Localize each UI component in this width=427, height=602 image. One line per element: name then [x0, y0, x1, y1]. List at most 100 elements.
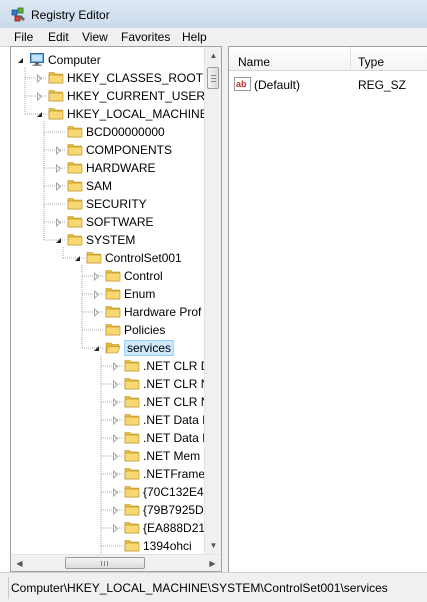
- scroll-down-arrow[interactable]: ▼: [205, 537, 221, 554]
- folder-icon: [105, 286, 121, 301]
- tree-node-label: SOFTWARE: [86, 215, 154, 229]
- tree-node[interactable]: BCD00000000: [11, 123, 203, 141]
- collapsed-arrow-icon[interactable]: [35, 74, 44, 83]
- expanded-arrow-icon[interactable]: [73, 254, 82, 263]
- values-list[interactable]: Name Type ab (Default) REG_SZ: [228, 46, 427, 572]
- value-type: REG_SZ: [358, 78, 407, 92]
- folder-icon: [67, 214, 83, 229]
- tree-node[interactable]: COMPONENTS: [11, 141, 203, 159]
- key-tree[interactable]: Computer HKEY_CLASSES_ROOT HKEY_CURRENT_US…: [10, 46, 222, 572]
- tree-node-label: Control: [124, 269, 163, 283]
- tree-node[interactable]: HKEY_LOCAL_MACHINE: [11, 105, 208, 123]
- column-divider[interactable]: [350, 47, 351, 71]
- collapsed-arrow-icon[interactable]: [92, 308, 101, 317]
- tree-node-label: SECURITY: [86, 197, 147, 211]
- tree-node[interactable]: Computer: [11, 51, 203, 69]
- tree-node[interactable]: Hardware Prof: [11, 303, 203, 321]
- expanded-arrow-icon[interactable]: [35, 110, 44, 119]
- computer-icon: [29, 52, 45, 67]
- tree-node-label: SYSTEM: [86, 233, 136, 247]
- collapsed-arrow-icon[interactable]: [111, 398, 120, 407]
- tree-node[interactable]: SAM: [11, 177, 203, 195]
- tree-node[interactable]: SOFTWARE: [11, 213, 203, 231]
- tree-node[interactable]: Control: [11, 267, 203, 285]
- collapsed-arrow-icon[interactable]: [35, 92, 44, 101]
- expanded-arrow-icon[interactable]: [16, 56, 25, 65]
- collapsed-arrow-icon[interactable]: [111, 470, 120, 479]
- menu-edit[interactable]: Edit: [48, 30, 69, 44]
- collapsed-arrow-icon[interactable]: [111, 488, 120, 497]
- collapsed-arrow-icon[interactable]: [54, 164, 63, 173]
- tree-node-label: HARDWARE: [86, 161, 156, 175]
- tree-node-label: .NETFrame: [143, 467, 206, 481]
- collapsed-arrow-icon[interactable]: [111, 452, 120, 461]
- tree-node[interactable]: 1394ohci: [11, 537, 203, 555]
- tree-node[interactable]: .NETFrame: [11, 465, 206, 483]
- tree-node-label: SAM: [86, 179, 113, 193]
- tree-node[interactable]: {EA888D21: [11, 519, 205, 537]
- collapsed-arrow-icon[interactable]: [54, 218, 63, 227]
- tree-node[interactable]: .NET CLR N: [11, 375, 209, 393]
- menu-file[interactable]: File: [14, 30, 33, 44]
- tree-horizontal-scroll-thumb[interactable]: [65, 557, 145, 569]
- folder-icon: [67, 124, 83, 139]
- tree-node[interactable]: services: [11, 339, 203, 357]
- collapsed-arrow-icon[interactable]: [111, 416, 120, 425]
- tree-horizontal-scrollbar[interactable]: ◀ ▶: [11, 554, 221, 571]
- tree-node[interactable]: HARDWARE: [11, 159, 203, 177]
- status-divider: [8, 577, 9, 599]
- collapsed-arrow-icon[interactable]: [92, 272, 101, 281]
- collapsed-arrow-icon[interactable]: [111, 506, 120, 515]
- collapsed-arrow-icon[interactable]: [111, 434, 120, 443]
- tree-node[interactable]: HKEY_CLASSES_ROOT: [11, 69, 203, 87]
- tree-vertical-scrollbar[interactable]: ▲ ▼: [204, 47, 221, 554]
- status-path: Computer\HKEY_LOCAL_MACHINE\SYSTEM\Contr…: [11, 581, 388, 595]
- string-value-icon: ab: [234, 77, 252, 92]
- collapsed-arrow-icon[interactable]: [111, 380, 120, 389]
- tree-node[interactable]: ControlSet001: [11, 249, 203, 267]
- tree-node[interactable]: .NET Mem: [11, 447, 203, 465]
- tree-node[interactable]: .NET Data I: [11, 429, 206, 447]
- tree-node-label: .NET Data I: [143, 431, 206, 445]
- menu-help[interactable]: Help: [182, 30, 207, 44]
- folder-icon: [67, 196, 83, 211]
- tree-node[interactable]: {70C132E4-: [11, 483, 208, 501]
- menu-view[interactable]: View: [82, 30, 108, 44]
- tree-node-label: .NET CLR N: [143, 377, 210, 391]
- collapsed-arrow-icon[interactable]: [54, 182, 63, 191]
- folder-icon: [67, 142, 83, 157]
- collapsed-arrow-icon[interactable]: [92, 290, 101, 299]
- tree-node[interactable]: .NET CLR N: [11, 393, 209, 411]
- tree-node[interactable]: Policies: [11, 321, 203, 339]
- folder-icon: [105, 268, 121, 283]
- tree-node-label: HKEY_CLASSES_ROOT: [67, 71, 204, 85]
- tree-node[interactable]: .NET CLR D: [11, 357, 209, 375]
- value-name: (Default): [254, 78, 301, 92]
- tree-vertical-scroll-thumb[interactable]: [207, 67, 219, 89]
- tree-node[interactable]: HKEY_CURRENT_USER: [11, 87, 206, 105]
- collapsed-arrow-icon[interactable]: [111, 362, 120, 371]
- menu-favorites[interactable]: Favorites: [121, 30, 170, 44]
- expanded-arrow-icon[interactable]: [54, 236, 63, 245]
- tree-node[interactable]: {79B7925D-: [11, 501, 208, 519]
- tree-node[interactable]: Enum: [11, 285, 203, 303]
- tree-node[interactable]: SYSTEM: [11, 231, 203, 249]
- folder-icon: [48, 106, 64, 121]
- window-title: Registry Editor: [31, 8, 110, 22]
- column-header-type[interactable]: Type: [358, 55, 384, 69]
- tree-node-label: {79B7925D-: [143, 503, 208, 517]
- expanded-arrow-icon[interactable]: [92, 344, 101, 353]
- scroll-right-arrow[interactable]: ▶: [204, 555, 221, 571]
- scroll-left-arrow[interactable]: ◀: [11, 555, 28, 571]
- svg-text:ab: ab: [236, 79, 247, 89]
- collapsed-arrow-icon[interactable]: [111, 524, 120, 533]
- column-header-name[interactable]: Name: [238, 55, 270, 69]
- value-row[interactable]: ab (Default) REG_SZ: [234, 76, 424, 94]
- tree-node-label: HKEY_CURRENT_USER: [67, 89, 206, 103]
- folder-icon: [124, 484, 140, 499]
- tree-node[interactable]: SECURITY: [11, 195, 203, 213]
- scroll-up-arrow[interactable]: ▲: [205, 47, 221, 64]
- collapsed-arrow-icon[interactable]: [54, 146, 63, 155]
- tree-node[interactable]: .NET Data I: [11, 411, 205, 429]
- folder-icon: [124, 376, 140, 391]
